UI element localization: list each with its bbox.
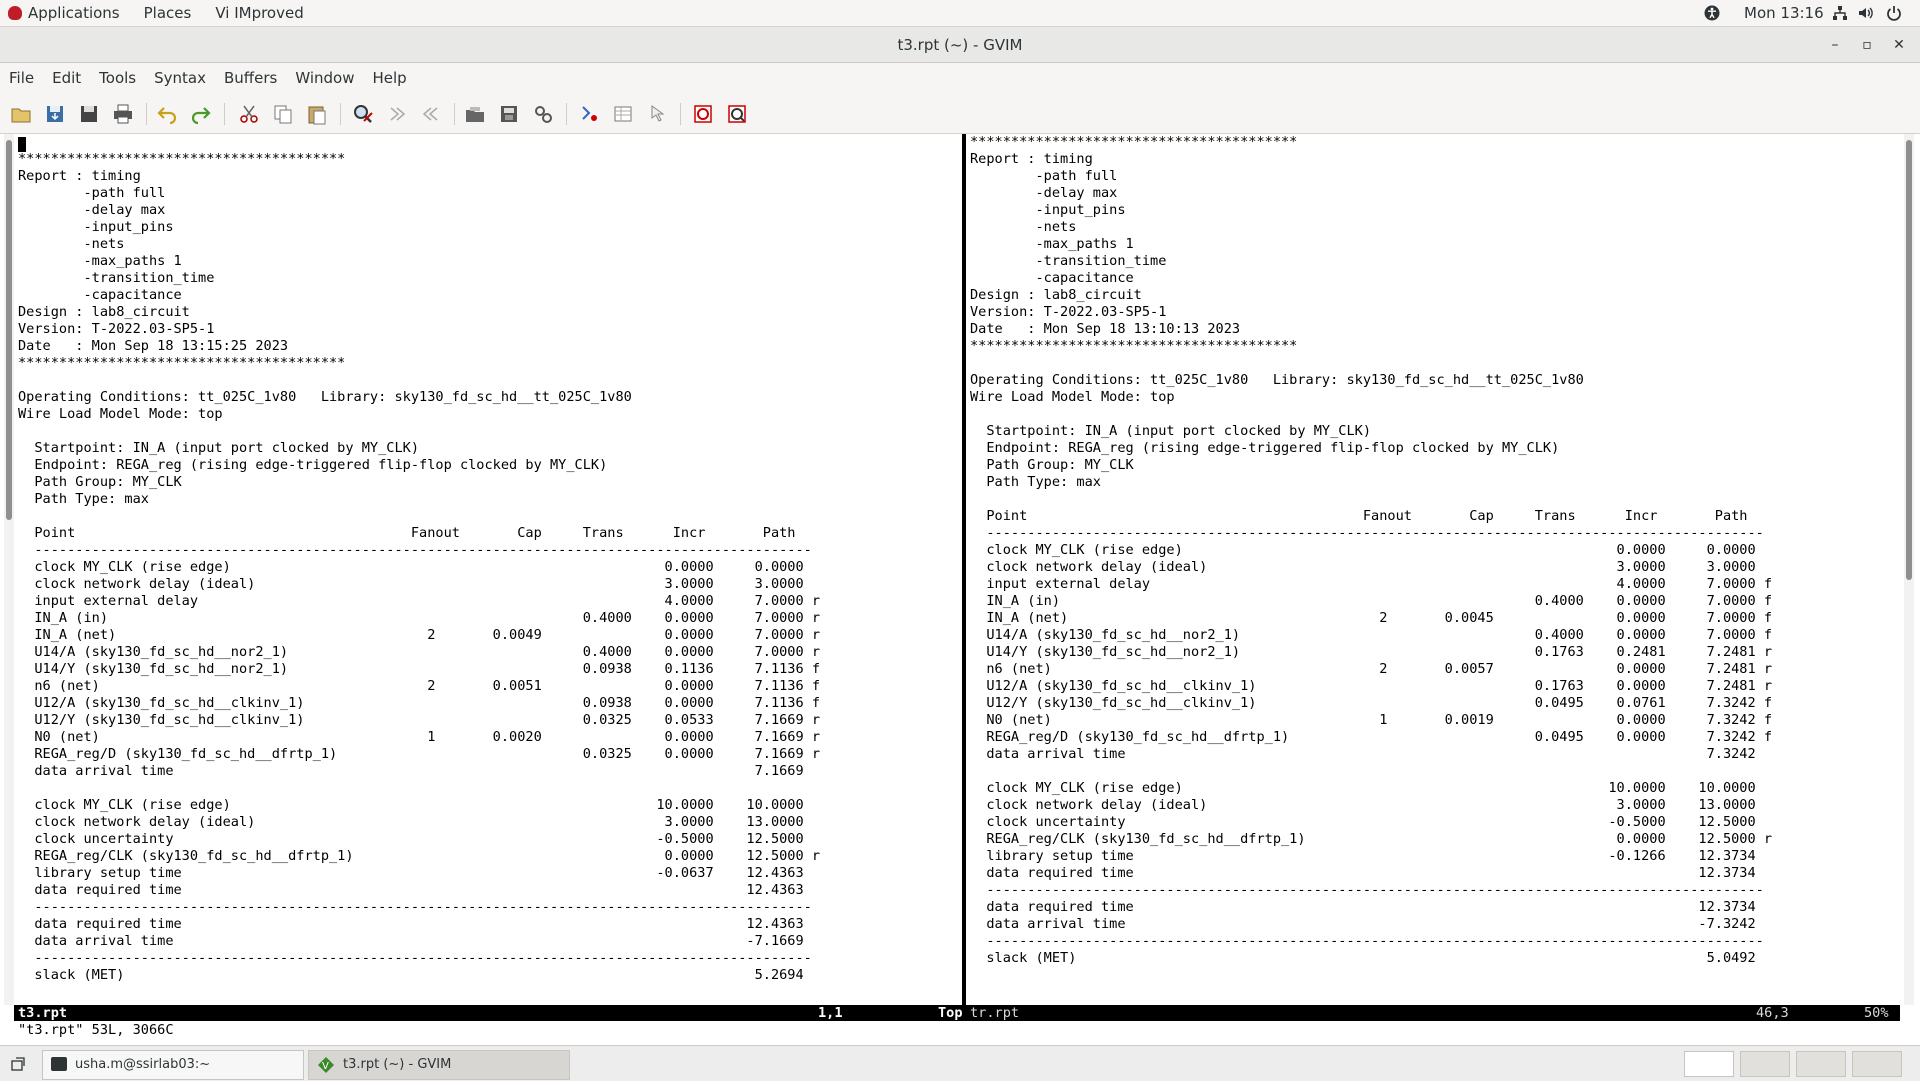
top-panel: Applications Places Vi IMproved Mon 13:1… xyxy=(0,0,1920,27)
save-icon[interactable] xyxy=(44,103,66,125)
tags-icon[interactable] xyxy=(646,103,668,125)
taskbar: usha.m@ssirlab03:~ V t3.rpt (~) - GVIM xyxy=(0,1045,1920,1081)
show-desktop-icon[interactable] xyxy=(10,1056,26,1072)
maximize-button[interactable]: ▫ xyxy=(1858,36,1876,54)
task-terminal[interactable]: usha.m@ssirlab03:~ xyxy=(42,1050,304,1080)
applications-menu[interactable]: Applications xyxy=(0,0,132,26)
gnome-foot-icon xyxy=(8,6,22,20)
left-status-position: 1,1 xyxy=(818,1005,843,1021)
copy-icon[interactable] xyxy=(272,103,294,125)
volume-icon[interactable] xyxy=(1858,5,1874,21)
task-terminal-label: usha.m@ssirlab03:~ xyxy=(75,1057,211,1072)
left-scrollbar[interactable] xyxy=(4,134,14,1005)
find-prev-icon[interactable] xyxy=(420,103,442,125)
vertical-split-divider[interactable] xyxy=(962,134,966,1005)
accessibility-icon[interactable] xyxy=(1704,5,1720,21)
menu-window[interactable]: Window xyxy=(286,69,363,87)
load-session-icon[interactable] xyxy=(464,103,486,125)
left-buffer-text[interactable]: ****************************************… xyxy=(18,134,960,984)
shell-icon[interactable] xyxy=(612,103,634,125)
left-status-scroll: Top xyxy=(938,1005,963,1021)
right-statusline: tr.rpt 46,3 50% xyxy=(966,1005,1900,1021)
left-statusline: t3.rpt 1,1 Top xyxy=(14,1005,966,1021)
right-status-scroll: 50% xyxy=(1864,1005,1889,1021)
menu-edit[interactable]: Edit xyxy=(43,69,90,87)
right-pane[interactable]: ****************************************… xyxy=(970,134,1900,1005)
window-title: t3.rpt (~) - GVIM xyxy=(897,36,1023,54)
terminal-icon xyxy=(51,1057,67,1071)
menu-help[interactable]: Help xyxy=(363,69,415,87)
command-line[interactable]: "t3.rpt" 53L, 3066C xyxy=(18,1021,174,1039)
right-scrollbar[interactable] xyxy=(1904,134,1914,1005)
paste-icon[interactable] xyxy=(306,103,328,125)
task-gvim-label: t3.rpt (~) - GVIM xyxy=(343,1057,452,1072)
toolbar xyxy=(0,93,1920,134)
clock[interactable]: Mon 13:16 xyxy=(1744,0,1824,26)
right-status-filename: tr.rpt xyxy=(970,1005,1020,1021)
gvim-icon: V xyxy=(317,1056,335,1074)
left-status-filename: t3.rpt xyxy=(18,1005,68,1021)
redo-icon[interactable] xyxy=(190,103,212,125)
svg-text:V: V xyxy=(322,1061,329,1072)
menu-buffers[interactable]: Buffers xyxy=(215,69,286,87)
left-pane[interactable]: ****************************************… xyxy=(18,134,960,1005)
window-titlebar[interactable]: t3.rpt (~) - GVIM – ▫ ✕ xyxy=(0,27,1920,63)
cut-icon[interactable] xyxy=(238,103,260,125)
find-help-icon[interactable] xyxy=(726,103,748,125)
places-menu[interactable]: Places xyxy=(132,0,204,26)
save-session-icon[interactable] xyxy=(498,103,520,125)
network-icon[interactable] xyxy=(1832,5,1848,21)
find-replace-icon[interactable] xyxy=(352,103,374,125)
vim-app-menu[interactable]: Vi IMproved xyxy=(203,0,315,26)
task-gvim[interactable]: V t3.rpt (~) - GVIM xyxy=(308,1050,570,1080)
print-icon[interactable] xyxy=(112,103,134,125)
menu-tools[interactable]: Tools xyxy=(90,69,145,87)
close-button[interactable]: ✕ xyxy=(1890,36,1908,54)
power-icon[interactable] xyxy=(1886,5,1902,21)
right-buffer-text[interactable]: ****************************************… xyxy=(970,134,1900,967)
right-status-position: 46,3 xyxy=(1756,1005,1789,1021)
run-script-icon[interactable] xyxy=(532,103,554,125)
save-all-icon[interactable] xyxy=(78,103,100,125)
menubar: File Edit Tools Syntax Buffers Window He… xyxy=(0,63,1920,93)
make-icon[interactable] xyxy=(578,103,600,125)
workspace-3[interactable] xyxy=(1796,1051,1846,1077)
minimize-button[interactable]: – xyxy=(1826,36,1844,54)
left-scrollbar-thumb[interactable] xyxy=(6,140,12,520)
text-cursor xyxy=(18,137,26,152)
find-next-icon[interactable] xyxy=(386,103,408,125)
menu-syntax[interactable]: Syntax xyxy=(145,69,215,87)
open-icon[interactable] xyxy=(10,103,32,125)
workspace-2[interactable] xyxy=(1740,1051,1790,1077)
undo-icon[interactable] xyxy=(156,103,178,125)
right-scrollbar-thumb[interactable] xyxy=(1906,140,1912,580)
menu-file[interactable]: File xyxy=(0,69,43,87)
workspace-4[interactable] xyxy=(1852,1051,1902,1077)
applications-label: Applications xyxy=(28,4,120,22)
help-icon[interactable] xyxy=(692,103,714,125)
workspace-1[interactable] xyxy=(1684,1051,1734,1077)
